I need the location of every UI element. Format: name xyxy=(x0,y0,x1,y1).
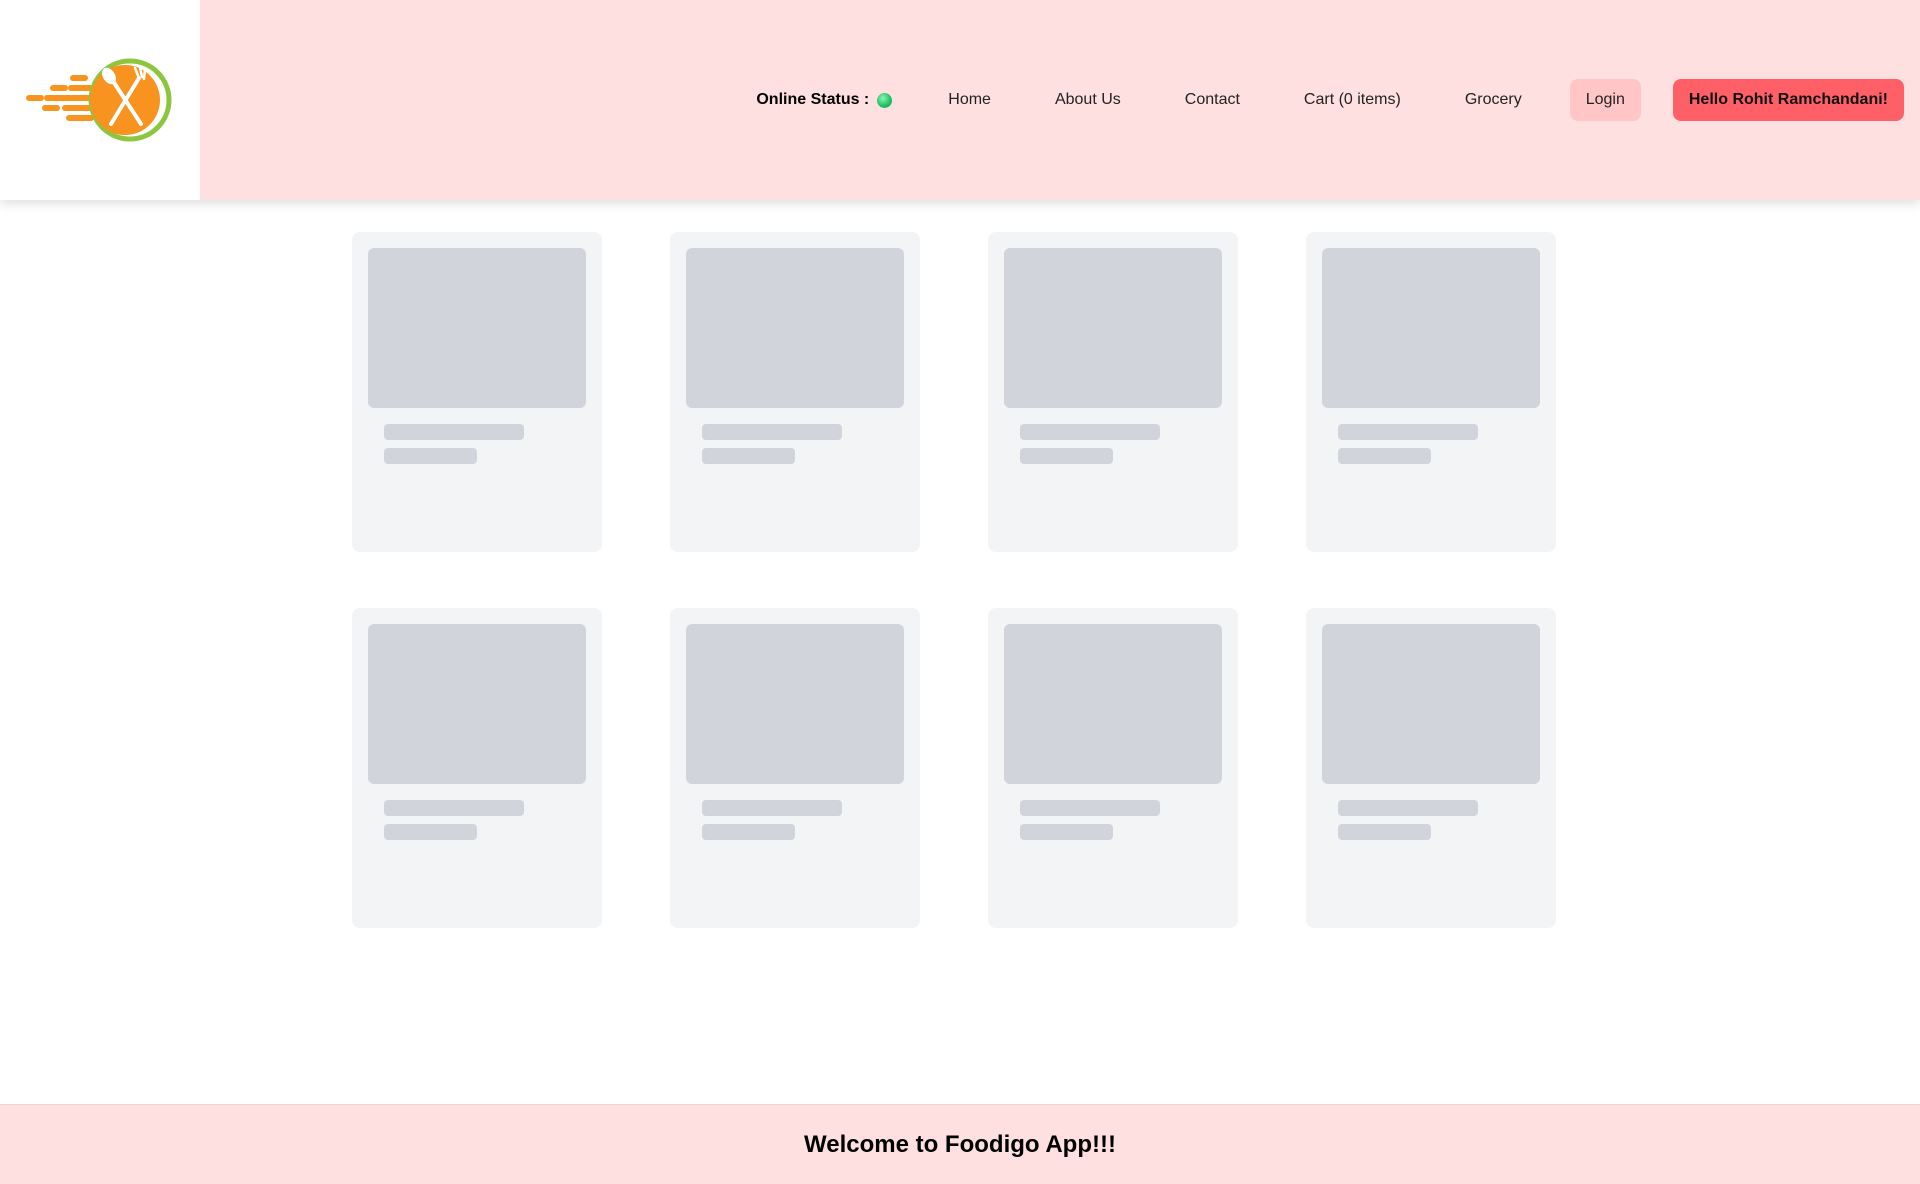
login-button[interactable]: Login xyxy=(1569,79,1641,121)
page: Online Status : Home About Us Contact Ca… xyxy=(0,0,1920,1184)
shimmer-subtitle-placeholder xyxy=(1338,448,1431,464)
shimmer-subtitle-placeholder xyxy=(1338,824,1431,840)
shimmer-image-placeholder xyxy=(368,248,586,408)
nav-cart-link[interactable]: Cart (0 items) xyxy=(1288,81,1417,119)
footer: Welcome to Foodigo App!!! xyxy=(0,1104,1920,1184)
user-greeting-button[interactable]: Hello Rohit Ramchandani! xyxy=(1672,79,1904,121)
shimmer-title-placeholder xyxy=(1338,424,1478,440)
shimmer-card xyxy=(988,608,1238,928)
online-status-label: Online Status : xyxy=(756,91,870,108)
nav-contact-link[interactable]: Contact xyxy=(1169,81,1256,119)
shimmer-card xyxy=(670,232,920,552)
shimmer-card xyxy=(352,608,602,928)
logo[interactable] xyxy=(0,0,200,200)
shimmer-subtitle-placeholder xyxy=(702,824,795,840)
shimmer-subtitle-placeholder xyxy=(384,824,477,840)
shimmer-card xyxy=(670,608,920,928)
shimmer-title-placeholder xyxy=(702,800,842,816)
shimmer-card xyxy=(1306,232,1556,552)
shimmer-subtitle-placeholder xyxy=(702,448,795,464)
shimmer-title-placeholder xyxy=(384,800,524,816)
shimmer-card xyxy=(352,232,602,552)
footer-welcome-text: Welcome to Foodigo App!!! xyxy=(804,1130,1116,1158)
shimmer-image-placeholder xyxy=(686,624,904,784)
foodigo-logo-icon xyxy=(26,58,172,142)
online-status: Online Status : xyxy=(756,91,893,109)
shimmer-subtitle-placeholder xyxy=(1020,448,1113,464)
restaurant-shimmer-grid xyxy=(352,232,1560,928)
shimmer-title-placeholder xyxy=(1338,800,1478,816)
shimmer-subtitle-placeholder xyxy=(1020,824,1113,840)
shimmer-title-placeholder xyxy=(1020,800,1160,816)
nav-grocery-link[interactable]: Grocery xyxy=(1449,81,1538,119)
nav-about-us-link[interactable]: About Us xyxy=(1039,81,1137,119)
shimmer-title-placeholder xyxy=(384,424,524,440)
shimmer-title-placeholder xyxy=(1020,424,1160,440)
shimmer-card xyxy=(1306,608,1556,928)
shimmer-card xyxy=(988,232,1238,552)
shimmer-image-placeholder xyxy=(368,624,586,784)
shimmer-image-placeholder xyxy=(1004,248,1222,408)
shimmer-title-placeholder xyxy=(702,424,842,440)
shimmer-subtitle-placeholder xyxy=(384,448,477,464)
header: Online Status : Home About Us Contact Ca… xyxy=(0,0,1920,200)
online-status-dot-icon xyxy=(877,92,893,108)
shimmer-image-placeholder xyxy=(1322,248,1540,408)
main-nav: Online Status : Home About Us Contact Ca… xyxy=(200,0,1920,200)
shimmer-image-placeholder xyxy=(1004,624,1222,784)
nav-home-link[interactable]: Home xyxy=(932,81,1007,119)
shimmer-image-placeholder xyxy=(686,248,904,408)
shimmer-image-placeholder xyxy=(1322,624,1540,784)
